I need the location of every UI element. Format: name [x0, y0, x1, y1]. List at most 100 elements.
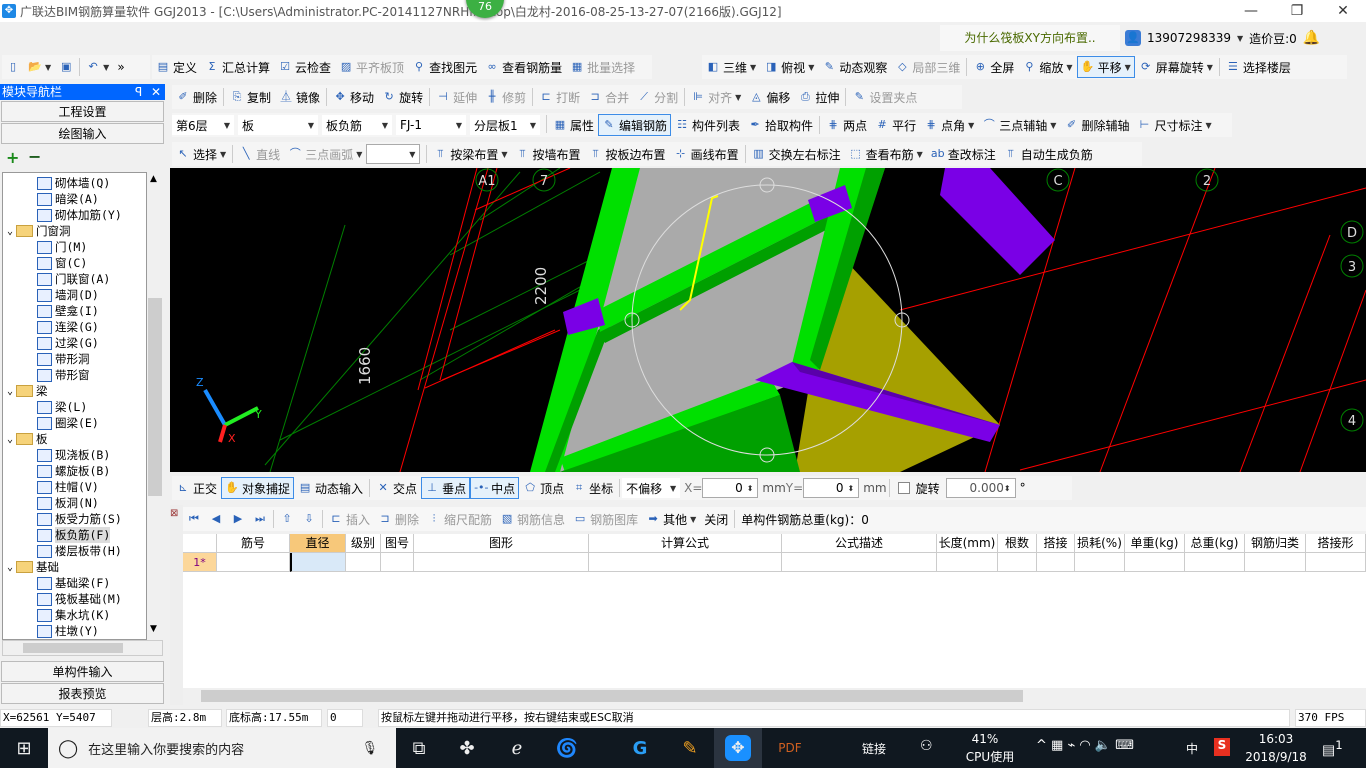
- edit-rebar-button[interactable]: ✎ 编辑钢筋: [598, 114, 672, 136]
- dynamic-input-button[interactable]: ▤ 动态输入: [294, 477, 367, 499]
- split-button[interactable]: ⟋ 分割: [633, 86, 682, 108]
- tree-item[interactable]: 柱帽(V): [37, 479, 99, 495]
- last-button[interactable]: ⏭: [249, 508, 271, 530]
- trim-button[interactable]: ╫ 修剪: [481, 86, 530, 108]
- tree-vertical-scrollbar[interactable]: ▲ ▼: [147, 172, 163, 640]
- tree-item[interactable]: 圈梁(E): [37, 415, 99, 431]
- rebar-info-button[interactable]: ▧ 钢筋信息: [496, 508, 569, 530]
- report-preview-button[interactable]: 报表预览: [1, 683, 164, 704]
- zoom-button[interactable]: ⚲ 缩放 ▼: [1018, 56, 1076, 78]
- clock-date[interactable]: 2018/9/18: [1240, 750, 1312, 764]
- parallel-axis-button[interactable]: # 平行: [871, 114, 920, 136]
- column-header[interactable]: 长度(mm): [937, 534, 998, 553]
- rotate-button[interactable]: ↻ 旋转: [378, 86, 427, 108]
- column-header[interactable]: 单重(kg): [1125, 534, 1185, 553]
- minimize-button[interactable]: —: [1228, 0, 1274, 22]
- copy-button[interactable]: ⎘ 复制: [226, 86, 275, 108]
- tree-item[interactable]: 集水坑(K): [37, 607, 110, 623]
- chevron-down-icon[interactable]: ▼: [735, 93, 741, 102]
- move-up-button[interactable]: ⇧: [276, 508, 298, 530]
- people-icon[interactable]: ⚇: [920, 738, 933, 754]
- close-icon[interactable]: ✕: [151, 84, 161, 100]
- tree-item[interactable]: 板受力筋(S): [37, 511, 122, 527]
- sogou-icon[interactable]: S: [1214, 738, 1230, 756]
- chevron-down-icon[interactable]: ▼: [456, 121, 462, 130]
- chevron-down-icon[interactable]: ▼: [308, 121, 314, 130]
- taskbar-search[interactable]: ◯ 在这里输入你要搜索的内容 🎙: [48, 728, 396, 768]
- column-header[interactable]: 损耗(%): [1075, 534, 1125, 553]
- restore-button[interactable]: ❐: [1274, 0, 1320, 22]
- tree-folder[interactable]: ⌄ 基础: [7, 559, 59, 575]
- chevron-down-icon[interactable]: ⌄: [7, 434, 13, 445]
- tree-item[interactable]: 梁(L): [37, 399, 87, 415]
- chevron-down-icon[interactable]: ⌄: [7, 386, 13, 397]
- selector-0[interactable]: 第6层 ▼: [172, 115, 234, 135]
- tree-item[interactable]: 带形窗: [37, 367, 90, 383]
- tree-item[interactable]: 带形洞: [37, 351, 90, 367]
- cursor-button[interactable]: ↖ 选择 ▼: [172, 143, 230, 165]
- pan-hand-button[interactable]: ✋ 平移 ▼: [1076, 56, 1135, 78]
- by-beam-button[interactable]: ⫪ 按梁布置 ▼: [429, 143, 511, 165]
- pin-icon[interactable]: ꟼ: [135, 84, 142, 100]
- x-input[interactable]: 0 ⬍: [702, 478, 759, 498]
- chevron-down-icon[interactable]: ▼: [690, 515, 696, 524]
- midpoint-button[interactable]: -•- 中点: [470, 477, 520, 499]
- tree-item[interactable]: 楼层板带(H): [37, 543, 122, 559]
- tree-item[interactable]: 板负筋(F): [37, 527, 111, 543]
- rebar-library-button[interactable]: ▭ 钢筋图库: [569, 508, 642, 530]
- project-settings-button[interactable]: 工程设置: [1, 101, 164, 122]
- column-header[interactable]: 公式描述: [782, 534, 937, 553]
- column-header[interactable]: 图形: [414, 534, 589, 553]
- chevron-down-icon[interactable]: ▼: [382, 121, 388, 130]
- tree-item[interactable]: 暗梁(A): [37, 191, 99, 207]
- abc-button[interactable]: ab 查改标注: [927, 143, 1000, 165]
- row-index[interactable]: 1*: [183, 553, 217, 572]
- clock-time[interactable]: 16:03: [1246, 732, 1306, 746]
- offset-button[interactable]: ◬ 偏移: [745, 86, 794, 108]
- selector-2[interactable]: 板负筋 ▼: [322, 115, 392, 135]
- chevron-down-icon[interactable]: ▼: [917, 150, 923, 159]
- line-button[interactable]: ╲ 直线: [235, 143, 284, 165]
- auto-rebar-button[interactable]: ⫪ 自动生成负筋: [1000, 143, 1097, 165]
- chevron-down-icon[interactable]: ▼: [750, 63, 756, 72]
- table-cell[interactable]: [1075, 553, 1125, 572]
- save-button[interactable]: ▣: [55, 56, 77, 78]
- chevron-down-icon[interactable]: ⌄: [7, 226, 13, 237]
- stretch-button[interactable]: ⎙ 拉伸: [794, 86, 843, 108]
- close-button[interactable]: ✕: [1320, 0, 1366, 22]
- move-down-button[interactable]: ⇩: [298, 508, 320, 530]
- rotate-checkbox[interactable]: [897, 482, 910, 494]
- table-cell[interactable]: [998, 553, 1037, 572]
- windows-start-icon[interactable]: ⊞: [0, 728, 48, 768]
- offset-mode-select[interactable]: 不偏移 ▼: [622, 478, 681, 498]
- local-3d-button[interactable]: ◇ 局部三维: [891, 56, 964, 78]
- table-cell[interactable]: [937, 553, 998, 572]
- selector-3[interactable]: FJ-1 ▼: [396, 115, 466, 135]
- table-horizontal-scrollbar[interactable]: [183, 688, 1366, 704]
- three-point-axis-button[interactable]: ⌒ 三点辅轴 ▼: [978, 114, 1060, 136]
- pdf-app-icon[interactable]: PDF: [766, 728, 814, 768]
- notes-app-icon[interactable]: ✎: [666, 728, 714, 768]
- user-account[interactable]: 13907298339: [1147, 31, 1231, 45]
- tree-item[interactable]: 壁龛(I): [37, 303, 99, 319]
- ime-indicator[interactable]: 中: [1186, 740, 1198, 757]
- by-slab-edge-button[interactable]: ⫪ 按板边布置: [585, 143, 670, 165]
- tree-item[interactable]: 过梁(G): [37, 335, 99, 351]
- app-swirl-icon[interactable]: 🌀: [543, 728, 591, 768]
- chevron-down-icon[interactable]: ▼: [220, 150, 226, 159]
- column-header[interactable]: 计算公式: [589, 534, 782, 553]
- chevron-down-icon[interactable]: ▼: [968, 121, 974, 130]
- tree-item[interactable]: 连梁(G): [37, 319, 99, 335]
- tree-item[interactable]: 窗(C): [37, 255, 87, 271]
- chevron-down-icon[interactable]: ▼: [1050, 121, 1056, 130]
- more-button[interactable]: »: [113, 56, 128, 78]
- column-header[interactable]: 总重(kg): [1185, 534, 1245, 553]
- tree-item[interactable]: 墙洞(D): [37, 287, 99, 303]
- break-button[interactable]: ⊏ 打断: [535, 86, 584, 108]
- single-component-input-button[interactable]: 单构件输入: [1, 661, 164, 682]
- merge-button[interactable]: ⊐ 合并: [584, 86, 633, 108]
- other-button[interactable]: ➡ 其他 ▼: [642, 508, 700, 530]
- delete-axis-button[interactable]: ✐ 删除辅轴: [1060, 114, 1133, 136]
- question-link[interactable]: 为什么筏板XY方向布置..: [940, 25, 1120, 51]
- tree-item[interactable]: 门联窗(A): [37, 271, 110, 287]
